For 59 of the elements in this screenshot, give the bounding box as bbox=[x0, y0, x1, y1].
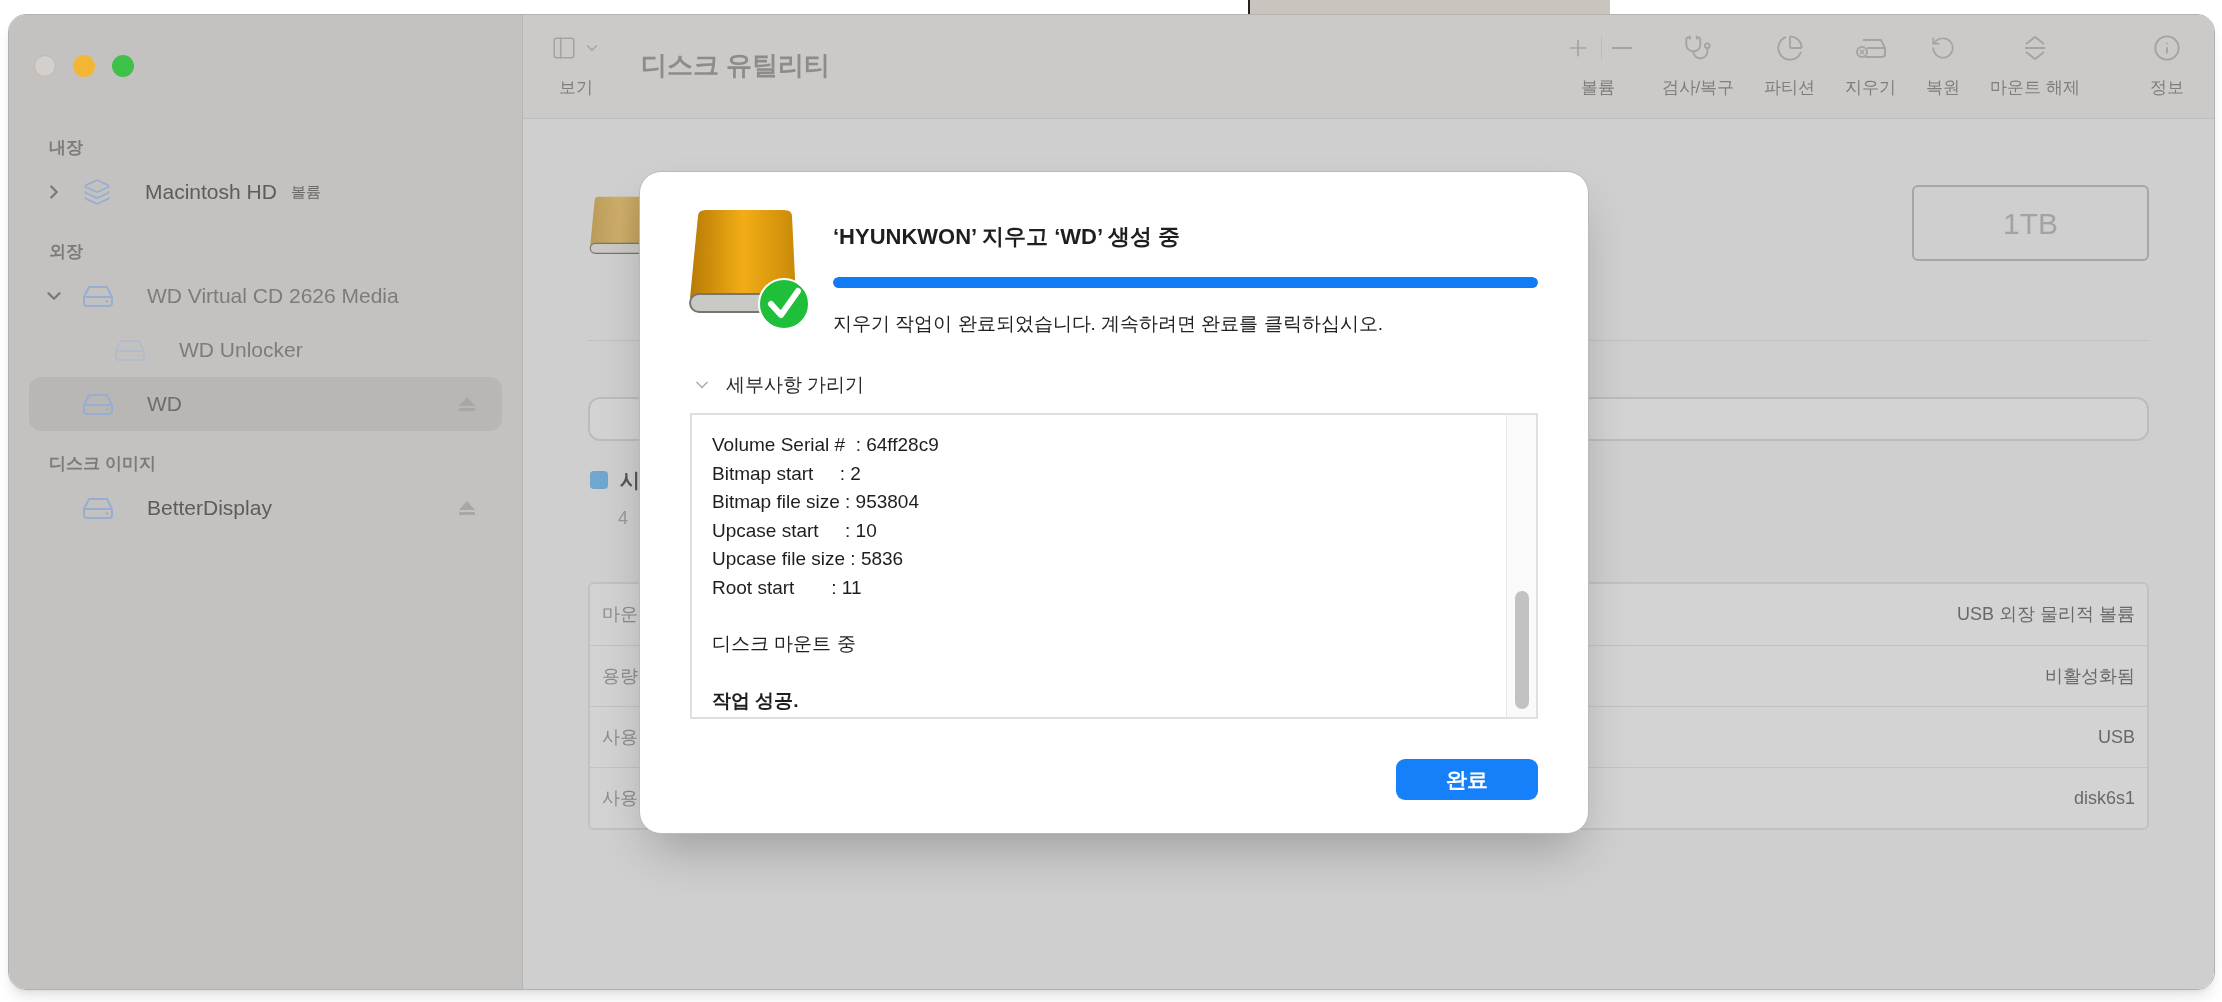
row-value: disk6s1 bbox=[2073, 786, 2135, 810]
sidebar-item[interactable]: Macintosh HD 볼륨 bbox=[29, 165, 502, 219]
sidebar-item[interactable]: WD bbox=[29, 377, 502, 431]
log-line: Bitmap start : 2 bbox=[712, 461, 862, 486]
sidebar-item[interactable]: BetterDisplay bbox=[29, 481, 502, 535]
dialog-message: 지우기 작업이 완료되었습니다. 계속하려면 완료를 클릭하십시오. bbox=[833, 312, 1384, 336]
item-label: WD bbox=[147, 391, 182, 418]
section-header: 디스크 이미지 bbox=[48, 453, 157, 475]
volume-label: 볼륨 bbox=[290, 181, 321, 202]
item-label: WD Unlocker bbox=[179, 337, 303, 364]
stethoscope-icon bbox=[1683, 34, 1712, 62]
toolbar-button[interactable]: 정보 bbox=[2150, 31, 2184, 101]
dialog-title: ‘HYUNKWON’ 지우고 ‘WD’ 생성 중 bbox=[833, 223, 1182, 251]
log-line: 디스크 마운트 중 bbox=[712, 632, 857, 656]
log-line: Upcase start : 10 bbox=[712, 518, 878, 543]
scrollbar-thumb[interactable] bbox=[1514, 591, 1529, 709]
section-header: 외장 bbox=[48, 241, 84, 263]
drive-icon bbox=[83, 393, 113, 415]
row-value: USB bbox=[2098, 725, 2135, 749]
log-line: 작업 성공. bbox=[712, 688, 800, 713]
toolbar-button[interactable]: 복원 bbox=[1926, 31, 1961, 101]
drive-icon bbox=[83, 497, 113, 519]
row-label: 마운 bbox=[602, 603, 638, 626]
toolbar-button[interactable]: 파티션 bbox=[1764, 31, 1816, 101]
item-label: WD Virtual CD 2626 Media bbox=[147, 283, 399, 310]
scrollbar[interactable] bbox=[1506, 415, 1536, 717]
log-line: Upcase file size : 5836 bbox=[712, 547, 905, 571]
layers-icon bbox=[83, 178, 111, 206]
toolbar-button[interactable]: 지우기 bbox=[1845, 31, 1897, 101]
log-line: Root start : 11 bbox=[712, 575, 863, 600]
sidebar-icon bbox=[551, 35, 577, 61]
log-line: Bitmap file size : 953804 bbox=[712, 490, 920, 514]
pie-chart-icon bbox=[1775, 34, 1804, 62]
row-label: 사용 bbox=[602, 786, 638, 810]
row-value: USB 외장 물리적 볼륨 bbox=[1957, 603, 2135, 626]
erase-icon bbox=[1854, 36, 1887, 60]
item-label: BetterDisplay bbox=[147, 495, 272, 522]
minus-icon bbox=[1611, 47, 1632, 49]
drive-icon bbox=[83, 285, 113, 307]
row-label: 사용 bbox=[602, 725, 638, 749]
row-label: 용량 bbox=[602, 664, 638, 688]
toolbar-button[interactable]: 볼륨 bbox=[1564, 31, 1632, 101]
zoom-button[interactable] bbox=[112, 55, 134, 77]
eject-icon[interactable] bbox=[458, 500, 476, 516]
legend-swatch bbox=[590, 471, 608, 489]
minimize-button[interactable] bbox=[73, 55, 95, 77]
legend-label: 시 bbox=[620, 468, 640, 493]
restore-icon bbox=[1930, 35, 1957, 61]
info-icon bbox=[2153, 34, 2181, 62]
item-label: Macintosh HD bbox=[145, 179, 277, 206]
done-button[interactable]: 완료 bbox=[1396, 759, 1538, 800]
section-header: 내장 bbox=[48, 137, 84, 159]
window-title: 디스크 유틸리티 bbox=[641, 49, 831, 82]
toolbar-button[interactable]: 마운트 해제 bbox=[1990, 31, 2080, 101]
view-button[interactable]: 보기 bbox=[551, 31, 601, 101]
log-line: Volume Serial # : 64ff28c9 bbox=[712, 433, 940, 457]
toolbar-button[interactable]: 검사/복구 bbox=[1661, 31, 1735, 101]
row-value: 비활성화됨 bbox=[2045, 664, 2135, 688]
details-toggle[interactable]: 세부사항 가리기 bbox=[692, 370, 865, 399]
